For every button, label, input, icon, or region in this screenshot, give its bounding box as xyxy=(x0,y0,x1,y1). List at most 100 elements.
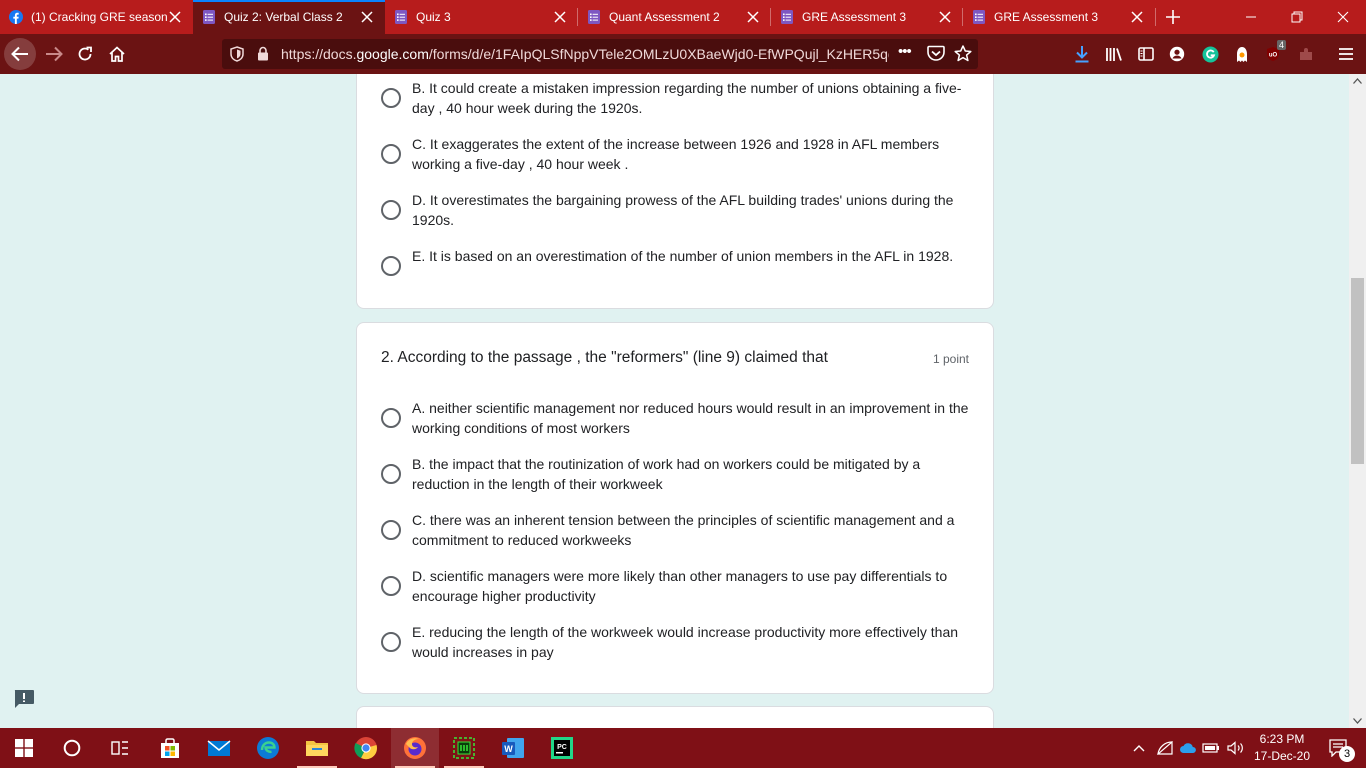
task-view-button[interactable] xyxy=(96,728,144,768)
address-bar[interactable]: https://docs.google.com/forms/d/e/1FAIpQ… xyxy=(222,39,978,69)
cortana-search-button[interactable] xyxy=(48,728,96,768)
firefox-button[interactable] xyxy=(391,728,439,768)
answer-option-c[interactable]: C. It exaggerates the extent of the incr… xyxy=(381,134,971,174)
answer-option-a[interactable]: A. neither scientific management nor red… xyxy=(381,398,971,438)
page-scrollbar[interactable] xyxy=(1349,74,1366,728)
tab-cracking-gre-season[interactable]: (1) Cracking GRE season xyxy=(0,0,193,34)
pocket-icon[interactable] xyxy=(927,45,945,67)
answer-option-b[interactable]: B. the impact that the routinization of … xyxy=(381,454,971,494)
home-button[interactable] xyxy=(101,38,133,70)
edge-icon xyxy=(257,737,279,759)
close-tab-icon[interactable] xyxy=(359,9,375,25)
radio-button[interactable] xyxy=(381,632,401,652)
action-center-button[interactable]: 3 xyxy=(1320,728,1356,768)
url-scheme: https://docs. xyxy=(281,46,357,62)
option-label: B. It could create a mistaken impression… xyxy=(412,80,962,116)
bookmark-star-icon[interactable] xyxy=(954,45,972,67)
tab-quiz-3[interactable]: Quiz 3 xyxy=(385,0,578,34)
clock-date: 17-Dec-20 xyxy=(1253,749,1311,763)
tab-title: (1) Cracking GRE season xyxy=(31,10,167,24)
radio-button[interactable] xyxy=(381,88,401,108)
mail-button[interactable] xyxy=(195,728,243,768)
extension-disabled-button[interactable] xyxy=(1290,38,1322,70)
close-tab-icon[interactable] xyxy=(167,9,183,25)
answer-option-b[interactable]: B. It could create a mistaken impression… xyxy=(381,78,971,118)
downloads-button[interactable] xyxy=(1066,38,1098,70)
close-window-button[interactable] xyxy=(1320,0,1366,34)
close-tab-icon[interactable] xyxy=(937,9,953,25)
restore-icon xyxy=(1291,11,1303,23)
google-forms-icon xyxy=(202,10,216,24)
question-2-card: 2. According to the passage , the "refor… xyxy=(356,322,994,694)
ublock-origin-button[interactable]: uO 4 xyxy=(1258,38,1290,70)
tab-gre-assessment-3[interactable]: GRE Assessment 3 xyxy=(771,0,963,34)
reload-button[interactable] xyxy=(69,38,101,70)
radio-button[interactable] xyxy=(381,576,401,596)
clock[interactable]: 6:23 PM 17-Dec-20 xyxy=(1250,728,1314,768)
tracking-protection-shield-icon[interactable] xyxy=(230,46,244,67)
pycharm-button[interactable]: PC xyxy=(538,728,586,768)
tab-quiz-2-verbal-class-2[interactable]: Quiz 2: Verbal Class 2 xyxy=(193,0,385,34)
onedrive-cloud-icon xyxy=(1180,743,1196,753)
forward-button[interactable] xyxy=(38,38,70,70)
volume-button[interactable] xyxy=(1224,728,1248,768)
onedrive-button[interactable] xyxy=(1176,728,1200,768)
tab-gre-assessment-3-second[interactable]: GRE Assessment 3 xyxy=(963,0,1155,34)
sidebar-button[interactable] xyxy=(1130,38,1162,70)
answer-option-e[interactable]: E. reducing the length of the workweek w… xyxy=(381,622,971,662)
radio-button[interactable] xyxy=(381,408,401,428)
screen-recorder-button[interactable] xyxy=(440,728,488,768)
scroll-up-arrow-icon[interactable] xyxy=(1353,78,1362,84)
tab-title: GRE Assessment 3 xyxy=(994,10,1099,24)
radio-button[interactable] xyxy=(381,256,401,276)
close-tab-icon[interactable] xyxy=(552,9,568,25)
answer-option-d[interactable]: D. It overestimates the bargaining prowe… xyxy=(381,190,971,230)
tab-title: Quiz 2: Verbal Class 2 xyxy=(224,10,343,24)
radio-button[interactable] xyxy=(381,520,401,540)
scroll-down-arrow-icon[interactable] xyxy=(1353,718,1362,724)
back-button[interactable] xyxy=(4,38,36,70)
word-button[interactable]: W xyxy=(489,728,537,768)
chrome-button[interactable] xyxy=(342,728,390,768)
grammarly-extension-button[interactable] xyxy=(1194,38,1226,70)
facebook-icon xyxy=(9,10,23,24)
windows-start-icon xyxy=(15,739,33,757)
edge-button[interactable] xyxy=(244,728,292,768)
radio-button[interactable] xyxy=(381,144,401,164)
minimize-icon xyxy=(1246,16,1256,18)
cortana-search-icon xyxy=(63,739,81,757)
close-tab-icon[interactable] xyxy=(745,9,761,25)
restore-window-button[interactable] xyxy=(1274,0,1320,34)
extension-button[interactable] xyxy=(1226,38,1258,70)
file-explorer-button[interactable] xyxy=(293,728,341,768)
report-problem-button[interactable] xyxy=(13,689,35,709)
battery-button[interactable] xyxy=(1200,728,1222,768)
answer-option-d[interactable]: D. scientific managers were more likely … xyxy=(381,566,971,606)
library-button[interactable] xyxy=(1098,38,1130,70)
network-button[interactable] xyxy=(1154,728,1176,768)
radio-button[interactable] xyxy=(381,200,401,220)
show-hidden-icons-button[interactable] xyxy=(1128,728,1150,768)
start-button[interactable] xyxy=(0,728,48,768)
clock-time: 6:23 PM xyxy=(1259,732,1305,746)
account-icon xyxy=(1169,46,1185,62)
page-actions-menu-icon[interactable]: ••• xyxy=(898,43,912,60)
grammarly-icon xyxy=(1202,46,1218,62)
plus-icon xyxy=(1166,10,1180,24)
account-button[interactable] xyxy=(1161,38,1193,70)
new-tab-button[interactable] xyxy=(1150,0,1196,34)
notification-count-badge: 3 xyxy=(1339,746,1355,762)
radio-button[interactable] xyxy=(381,464,401,484)
url-domain: google.com xyxy=(356,46,429,62)
answer-option-e[interactable]: E. It is based on an overestimation of t… xyxy=(381,246,971,286)
microsoft-store-button[interactable] xyxy=(146,728,194,768)
close-tab-icon[interactable] xyxy=(1129,9,1145,25)
url-text[interactable]: https://docs.google.com/forms/d/e/1FAIpQ… xyxy=(281,46,889,62)
open-menu-button[interactable] xyxy=(1330,38,1362,70)
minimize-window-button[interactable] xyxy=(1228,0,1274,34)
option-label: C. It exaggerates the extent of the incr… xyxy=(412,136,940,172)
scrollbar-thumb[interactable] xyxy=(1351,278,1364,464)
lock-icon[interactable] xyxy=(257,46,269,66)
tab-quant-assessment-2[interactable]: Quant Assessment 2 xyxy=(578,0,771,34)
answer-option-c[interactable]: C. there was an inherent tension between… xyxy=(381,510,971,550)
